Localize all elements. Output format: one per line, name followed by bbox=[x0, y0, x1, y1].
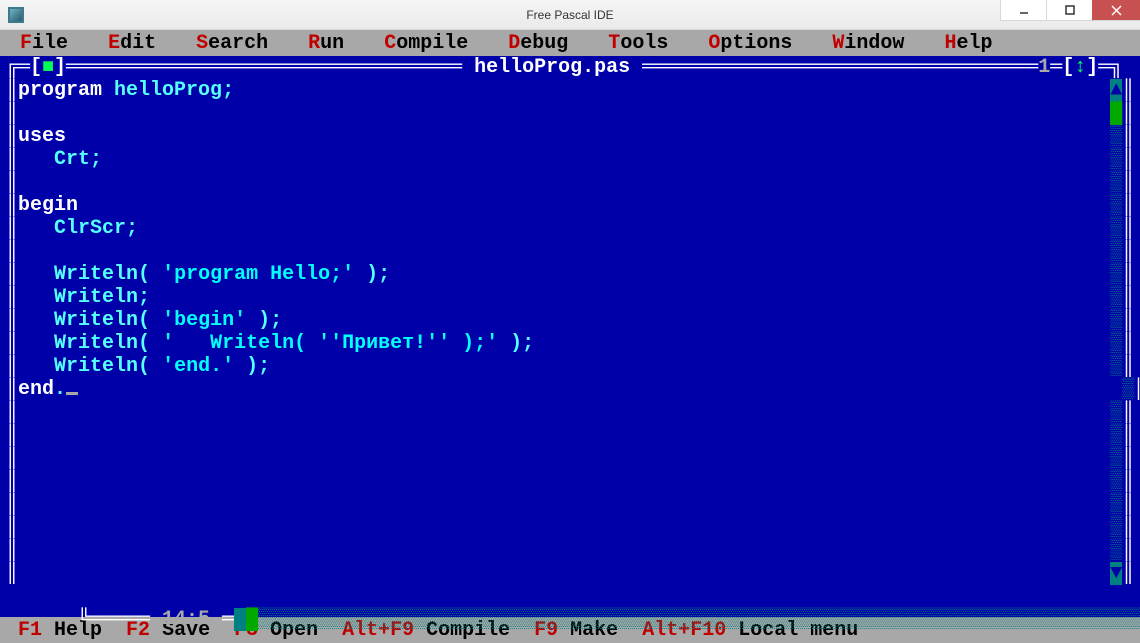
menu-compile[interactable]: Compile bbox=[382, 32, 470, 55]
menu-search[interactable]: Search bbox=[194, 32, 270, 55]
menubar-spacer bbox=[6, 32, 18, 55]
menu-run[interactable]: Run bbox=[306, 32, 346, 55]
code-line[interactable]: ║ Crt; ▒║ bbox=[6, 148, 1134, 171]
code-line[interactable]: ║end. ▒║ bbox=[6, 378, 1134, 401]
code-line[interactable]: ║ Writeln( ' Writeln( ''Привет!'' );' );… bbox=[6, 332, 1134, 355]
editor-frame-top: ╔═[■]═════════════════════════════════ h… bbox=[6, 56, 1134, 79]
ide-root: File Edit Search Run Compile Debug Tools… bbox=[0, 30, 1140, 643]
code-line[interactable]: ║ ▒║ bbox=[6, 470, 1134, 493]
code-line[interactable]: ║ █║ bbox=[6, 102, 1134, 125]
menubar[interactable]: File Edit Search Run Compile Debug Tools… bbox=[0, 30, 1140, 56]
code-line[interactable]: ║ Writeln( 'begin' ); ▒║ bbox=[6, 309, 1134, 332]
menu-help[interactable]: Help bbox=[942, 32, 994, 55]
code-line[interactable]: ║ ▒║ bbox=[6, 240, 1134, 263]
cursor-position: 14:5 bbox=[162, 608, 210, 631]
hscroll-left-icon[interactable]: ◄ bbox=[234, 608, 246, 631]
code-line[interactable]: ║uses ▒║ bbox=[6, 125, 1134, 148]
minimize-button[interactable] bbox=[1000, 0, 1046, 21]
code-line[interactable]: ║program helloProg; ▲║ bbox=[6, 79, 1134, 102]
code-area[interactable]: ║program helloProg; ▲║║ █║║uses bbox=[6, 79, 1134, 585]
code-line[interactable]: ║ ▒║ bbox=[6, 171, 1134, 194]
window-controls bbox=[1000, 0, 1140, 29]
menu-edit[interactable]: Edit bbox=[106, 32, 158, 55]
menu-debug[interactable]: Debug bbox=[506, 32, 570, 55]
app-icon bbox=[8, 7, 24, 23]
editor-zoom-icon[interactable]: ↕ bbox=[1074, 56, 1086, 79]
code-line[interactable]: ║ ▒║ bbox=[6, 539, 1134, 562]
editor-window[interactable]: ╔═[■]═════════════════════════════════ h… bbox=[0, 56, 1140, 617]
window-titlebar: Free Pascal IDE bbox=[0, 0, 1140, 30]
editor-close-icon[interactable]: ■ bbox=[42, 56, 54, 79]
code-line[interactable]: ║ ClrScr; ▒║ bbox=[6, 217, 1134, 240]
menu-file[interactable]: File bbox=[18, 32, 70, 55]
code-line[interactable]: ║ Writeln( 'program Hello;' ); ▒║ bbox=[6, 263, 1134, 286]
code-line[interactable]: ║ ▒║ bbox=[6, 424, 1134, 447]
code-line[interactable]: ║ Writeln( 'end.' ); ▒║ bbox=[6, 355, 1134, 378]
editor-filename: helloProg.pas bbox=[474, 56, 630, 79]
code-line[interactable]: ║begin ▒║ bbox=[6, 194, 1134, 217]
menu-tools[interactable]: Tools bbox=[606, 32, 670, 55]
code-line[interactable]: ║ ▒║ bbox=[6, 516, 1134, 539]
code-line[interactable]: ║ ▼║ bbox=[6, 562, 1134, 585]
code-line[interactable]: ║ ▒║ bbox=[6, 493, 1134, 516]
close-button[interactable] bbox=[1092, 0, 1140, 21]
code-line[interactable]: ║ ▒║ bbox=[6, 447, 1134, 470]
editor-frame-bottom: ╚═════ 14:5 ═◄█▒▒▒▒▒▒▒▒▒▒▒▒▒▒▒▒▒▒▒▒▒▒▒▒▒… bbox=[6, 585, 1134, 608]
code-line[interactable]: ║ Writeln; ▒║ bbox=[6, 286, 1134, 309]
window-title: Free Pascal IDE bbox=[526, 8, 613, 22]
menu-window[interactable]: Window bbox=[830, 32, 906, 55]
code-line[interactable]: ║ ▒║ bbox=[6, 401, 1134, 424]
maximize-button[interactable] bbox=[1046, 0, 1092, 21]
menu-options[interactable]: Options bbox=[706, 32, 794, 55]
editor-window-number: 1 bbox=[1038, 56, 1050, 79]
